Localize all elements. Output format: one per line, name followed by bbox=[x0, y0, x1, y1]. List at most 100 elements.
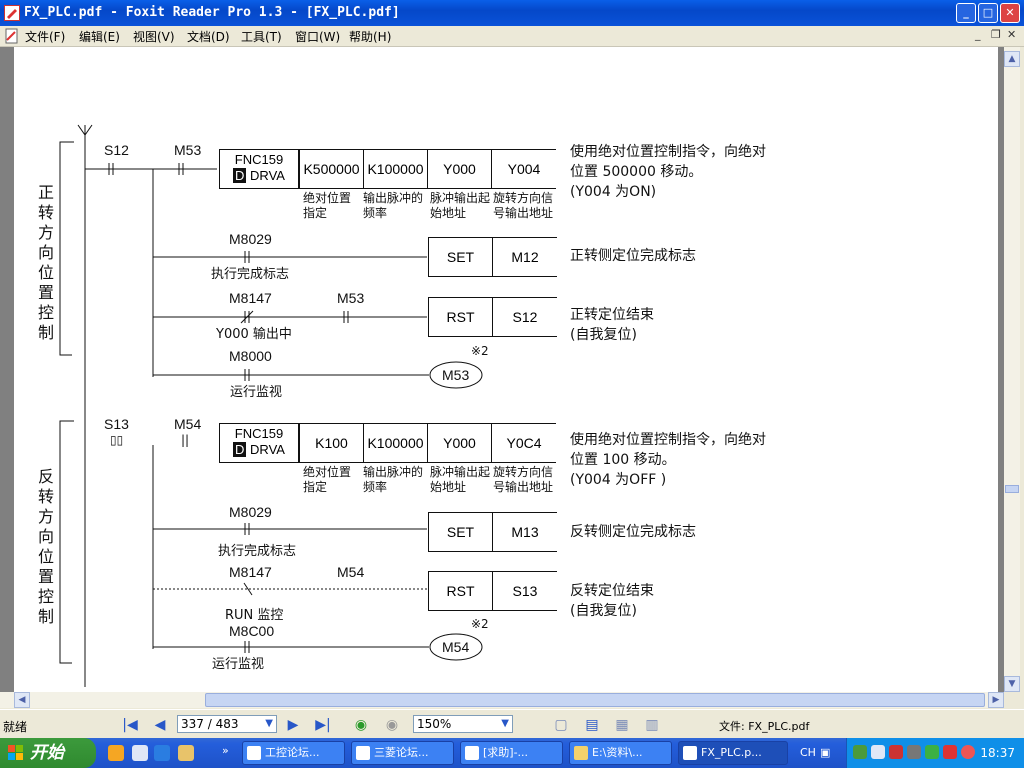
task-button-help[interactable]: [求助]-... bbox=[460, 741, 563, 765]
coil-m53: M53 bbox=[442, 367, 470, 383]
minimize-button[interactable]: _ bbox=[956, 3, 976, 23]
menu-window[interactable]: 窗口(W) bbox=[295, 28, 340, 45]
op-rst: RST bbox=[428, 297, 493, 337]
document-viewer[interactable]: 正转方向位置控制 反转方向位置控制 S12 M53 FNC159 D DRVA … bbox=[0, 47, 1004, 692]
prev-page-button[interactable]: ◀ bbox=[151, 716, 169, 734]
maximize-button[interactable]: □ bbox=[978, 3, 998, 23]
back-icon[interactable]: ◉ bbox=[352, 716, 370, 734]
facing-page-icon[interactable]: ▦ bbox=[613, 716, 631, 734]
language-indicator[interactable]: CH bbox=[800, 746, 816, 759]
contact-s13-symbol: ▯▯ bbox=[110, 433, 124, 447]
arg-position-reverse: K100 bbox=[299, 423, 364, 463]
desc-reverse-line-3: (Y004 为OFF ) bbox=[570, 472, 667, 488]
desc-reverse-line-1: 使用绝对位置控制指令，向绝对 bbox=[570, 432, 766, 448]
tray-network-icon[interactable] bbox=[853, 745, 867, 759]
menu-file[interactable]: 文件(F) bbox=[25, 28, 65, 45]
clock: 18:37 bbox=[980, 746, 1015, 760]
start-button[interactable]: 开始 bbox=[0, 738, 96, 768]
quicklaunch-browser-icon[interactable] bbox=[154, 745, 170, 761]
vertical-scrollbar[interactable]: ▲ ▼ bbox=[1004, 47, 1020, 692]
ime-icon[interactable]: ▣ bbox=[820, 746, 830, 759]
contact-m54-label: M54 bbox=[174, 416, 202, 432]
contact-m8000-note: 运行监视 bbox=[230, 385, 283, 400]
task-button-mitsubishi[interactable]: 三菱论坛... bbox=[351, 741, 454, 765]
arg-pulse-output: Y000 bbox=[427, 149, 492, 189]
quicklaunch-app-icon[interactable] bbox=[108, 745, 124, 761]
next-page-button[interactable]: ▶ bbox=[284, 716, 302, 734]
windows-logo-icon bbox=[8, 745, 23, 760]
note-mark-reverse: ※2 bbox=[471, 617, 489, 631]
quicklaunch-desktop-icon[interactable] bbox=[132, 745, 148, 761]
tray-display-icon[interactable] bbox=[871, 745, 885, 759]
taskbar: 开始 » 工控论坛... 三菱论坛... [求助]-... E:\资料\... … bbox=[0, 738, 1024, 768]
vertical-scroll-thumb[interactable] bbox=[1005, 485, 1019, 493]
target-m12: M12 bbox=[492, 237, 557, 277]
scroll-left-button[interactable]: ◀ bbox=[14, 692, 30, 708]
note-frequency-reverse: 输出脉冲的频率 bbox=[363, 465, 424, 494]
menu-view[interactable]: 视图(V) bbox=[133, 28, 175, 45]
menu-edit[interactable]: 编辑(E) bbox=[79, 28, 120, 45]
contact-m8029-note: 执行完成标志 bbox=[211, 267, 290, 282]
task-button-pdf[interactable]: FX_PLC.p... bbox=[678, 741, 788, 765]
note-pulse-start: 脉冲输出起始地址 bbox=[430, 191, 491, 220]
target-s12: S12 bbox=[492, 297, 557, 337]
arg-direction-output-reverse: Y0C4 bbox=[491, 423, 556, 463]
tray-volume-icon[interactable] bbox=[907, 745, 921, 759]
tray-alert-icon[interactable] bbox=[943, 745, 957, 759]
page-dropdown-icon[interactable]: ▼ bbox=[265, 716, 273, 732]
note-abs-position-reverse: 绝对位置指定 bbox=[303, 465, 352, 494]
title-bar: FX_PLC.pdf - Foxit Reader Pro 1.3 - [FX_… bbox=[0, 0, 1024, 26]
doc-minimize-button[interactable]: _ bbox=[975, 28, 981, 41]
zoom-field[interactable]: 150% ▼ bbox=[413, 715, 513, 733]
scroll-right-button[interactable]: ▶ bbox=[988, 692, 1004, 708]
contact-m8000-label: M8000 bbox=[229, 348, 272, 364]
note-frequency: 输出脉冲的频率 bbox=[363, 191, 424, 220]
continuous-facing-icon[interactable]: ▥ bbox=[643, 716, 661, 734]
quicklaunch-user-icon[interactable] bbox=[178, 745, 194, 761]
desc-rst-2: (自我复位) bbox=[570, 327, 637, 343]
contact-m8029-reverse-note: 执行完成标志 bbox=[218, 544, 297, 559]
browser-icon bbox=[356, 746, 370, 760]
task-button-forum[interactable]: 工控论坛... bbox=[242, 741, 345, 765]
browser-icon bbox=[247, 746, 261, 760]
quicklaunch-overflow-icon[interactable]: » bbox=[222, 744, 229, 757]
menu-tools[interactable]: 工具(T) bbox=[241, 28, 282, 45]
fnc-block-reverse: FNC159 D DRVA bbox=[219, 423, 299, 463]
scroll-down-button[interactable]: ▼ bbox=[1004, 676, 1020, 692]
tray-download-icon[interactable] bbox=[925, 745, 939, 759]
horizontal-scrollbar[interactable]: ◀ ▶ bbox=[0, 692, 1004, 708]
forward-icon[interactable]: ◉ bbox=[383, 716, 401, 734]
menu-bar: 文件(F) 编辑(E) 视图(V) 文档(D) 工具(T) 窗口(W) 帮助(H… bbox=[0, 26, 1024, 47]
scroll-up-button[interactable]: ▲ bbox=[1004, 51, 1020, 67]
page-number-field[interactable]: 337 / 483 ▼ bbox=[177, 715, 277, 733]
fnc-number-reverse: FNC159 bbox=[234, 426, 284, 441]
contact-m8029-label: M8029 bbox=[229, 231, 272, 247]
last-page-button[interactable]: ▶| bbox=[314, 716, 332, 734]
desc-set-m13: 反转侧定位完成标志 bbox=[570, 524, 696, 540]
menu-help[interactable]: 帮助(H) bbox=[349, 28, 391, 45]
note-mark: ※2 bbox=[471, 344, 489, 358]
tray-shield-icon[interactable] bbox=[961, 745, 975, 759]
pdf-page: 正转方向位置控制 反转方向位置控制 S12 M53 FNC159 D DRVA … bbox=[14, 47, 998, 692]
horizontal-scroll-thumb[interactable] bbox=[205, 693, 985, 707]
pdf-icon bbox=[683, 746, 697, 760]
doc-close-button[interactable]: ✕ bbox=[1007, 28, 1016, 41]
window-title: FX_PLC.pdf - Foxit Reader Pro 1.3 - [FX_… bbox=[24, 5, 400, 20]
doc-restore-button[interactable]: ❐ bbox=[991, 28, 1001, 41]
first-page-button[interactable]: |◀ bbox=[121, 716, 139, 734]
contact-m53-label: M53 bbox=[174, 142, 202, 158]
close-button[interactable]: ✕ bbox=[1000, 3, 1020, 23]
zoom-dropdown-icon[interactable]: ▼ bbox=[501, 716, 509, 732]
desc-rst-1: 正转定位结束 bbox=[570, 307, 654, 323]
coil-m54: M54 bbox=[442, 639, 470, 655]
op-rst-reverse: RST bbox=[428, 571, 493, 611]
double-flag: D bbox=[233, 168, 247, 183]
tray-security-icon[interactable] bbox=[889, 745, 903, 759]
desc-line-3: (Y004 为ON) bbox=[570, 184, 657, 200]
note-pulse-start-reverse: 脉冲输出起始地址 bbox=[430, 465, 491, 494]
step-s13-label: S13 bbox=[104, 416, 129, 432]
task-button-folder[interactable]: E:\资料\... bbox=[569, 741, 672, 765]
single-page-icon[interactable]: ▢ bbox=[552, 716, 570, 734]
menu-document[interactable]: 文档(D) bbox=[187, 28, 230, 45]
continuous-page-icon[interactable]: ▤ bbox=[583, 716, 601, 734]
